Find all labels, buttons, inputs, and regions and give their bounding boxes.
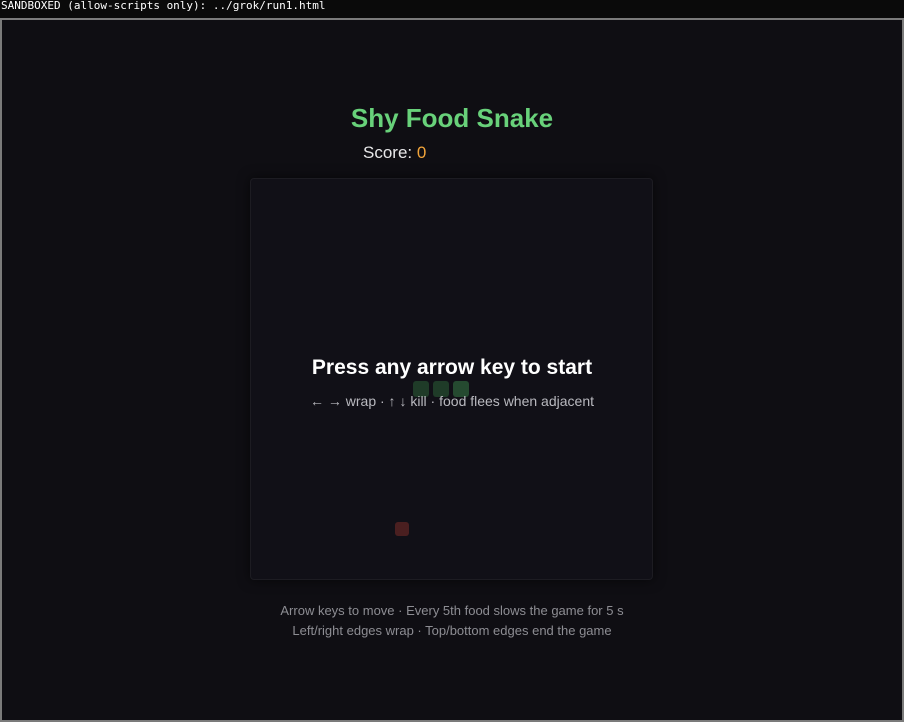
score-label: Score: [363,143,413,162]
score-value: 0 [416,143,427,162]
score-display: Score: 0 [363,142,426,164]
game-title: Shy Food Snake [350,103,554,133]
start-prompt: Press any arrow key to start [311,356,593,379]
instructions-line-1: Arrow keys to move · Every 5th food slow… [280,603,624,618]
start-hint: ← → wrap · ↑ ↓ kill · food flees when ad… [309,393,594,409]
instructions-line-2: Left/right edges wrap · Top/bottom edges… [292,623,612,638]
sandbox-banner: SANDBOXED (allow-scripts only): ../grok/… [0,0,904,18]
food-item [395,522,409,536]
